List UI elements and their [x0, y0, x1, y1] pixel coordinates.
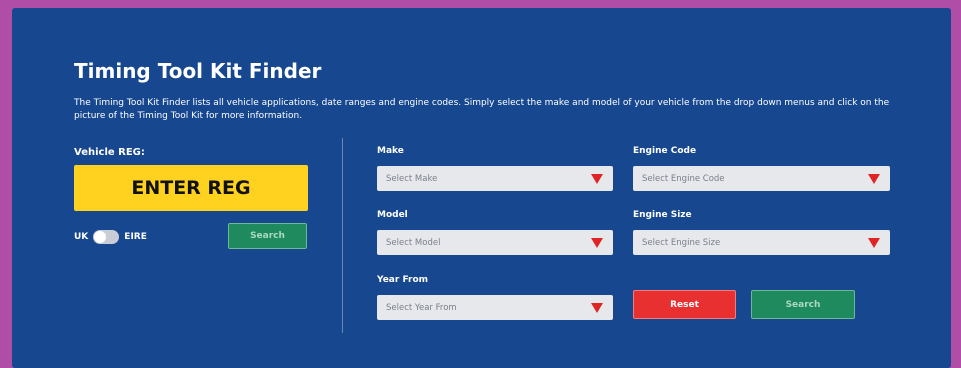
country-toggle[interactable]: [93, 230, 120, 244]
reg-search-button[interactable]: Search: [228, 223, 307, 249]
year-from-select-value: Select Year From: [386, 302, 457, 313]
toggle-knob: [94, 231, 107, 243]
model-select[interactable]: Select Model: [377, 230, 613, 255]
year-from-label: Year From: [377, 275, 429, 285]
engine-size-select[interactable]: Select Engine Size: [633, 230, 890, 255]
finder-description: The Timing Tool Kit Finder lists all veh…: [74, 98, 890, 121]
country-toggle-row: UK EIRE: [74, 230, 147, 244]
reg-input[interactable]: ENTER REG: [74, 165, 308, 211]
engine-code-select-value: Select Engine Code: [642, 173, 725, 184]
eire-label: EIRE: [124, 232, 147, 242]
reset-button[interactable]: Reset: [633, 290, 736, 319]
page-title: Timing Tool Kit Finder: [74, 59, 322, 83]
timing-tool-kit-finder-panel: Timing Tool Kit Finder The Timing Tool K…: [12, 8, 951, 368]
filter-search-button[interactable]: Search: [751, 290, 855, 319]
make-dropdown-arrow-icon: [591, 174, 603, 184]
engine-size-dropdown-arrow-icon: [868, 238, 880, 248]
engine-size-select-value: Select Engine Size: [642, 237, 721, 248]
vehicle-reg-label: Vehicle REG:: [74, 147, 145, 158]
engine-code-dropdown-arrow-icon: [868, 174, 880, 184]
make-label: Make: [377, 146, 404, 156]
engine-code-label: Engine Code: [633, 146, 697, 156]
model-label: Model: [377, 210, 408, 220]
engine-code-select[interactable]: Select Engine Code: [633, 166, 890, 191]
model-select-value: Select Model: [386, 237, 441, 248]
engine-size-label: Engine Size: [633, 210, 692, 220]
uk-label: UK: [74, 232, 89, 242]
year-from-dropdown-arrow-icon: [591, 303, 603, 313]
make-select[interactable]: Select Make: [377, 166, 613, 191]
year-from-select[interactable]: Select Year From: [377, 295, 613, 320]
model-dropdown-arrow-icon: [591, 238, 603, 248]
section-divider: [342, 138, 343, 333]
make-select-value: Select Make: [386, 173, 438, 184]
